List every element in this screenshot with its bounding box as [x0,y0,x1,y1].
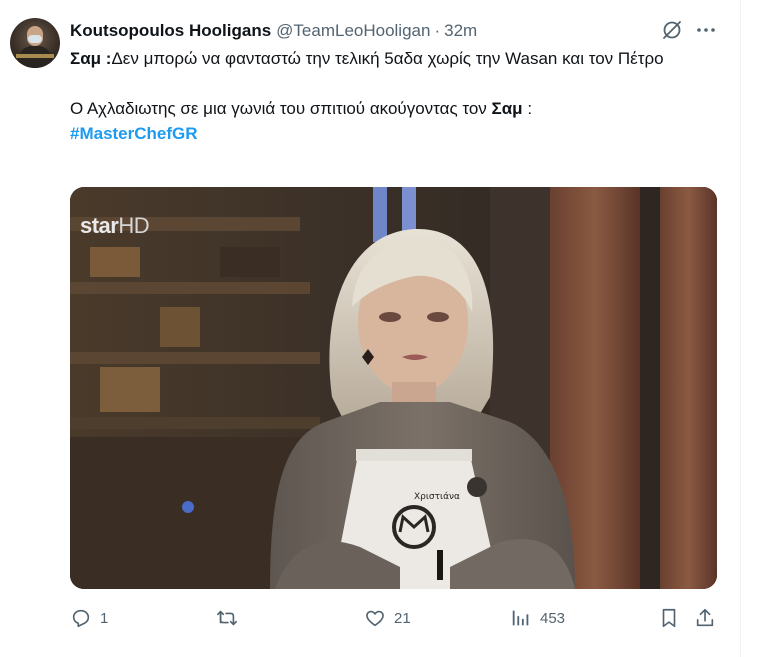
channel-watermark: starHD [80,213,150,239]
repost-button[interactable] [216,603,246,633]
reply-button[interactable]: 1 [70,603,108,633]
line2-text: Ο Αχλαδιωτης σε μια γωνιά του σπιτιού ακ… [70,99,492,118]
view-count: 453 [540,609,566,627]
tweet-text: Σαμ :Δεν μπορώ να φανταστώ την τελική 5α… [70,46,710,146]
bookmark-button[interactable] [658,603,680,633]
separator-dot: · [434,21,441,40]
views-button[interactable]: 453 [510,603,565,633]
avatar[interactable] [10,18,60,68]
share-button[interactable] [694,603,716,633]
quoted-name: Σαμ : [70,49,112,68]
line2-end: : [522,99,533,118]
watermark-hd: HD [118,213,150,238]
reply-count: 1 [100,609,109,627]
like-icon [366,610,384,627]
tweet-article[interactable]: Koutsopoulos Hooligans @TeamLeoHooligan … [0,0,741,657]
reply-icon [72,609,90,628]
author-name[interactable]: Koutsopoulos Hooligans [70,21,271,41]
like-count: 21 [394,609,411,627]
tweet-line-2: Ο Αχλαδιωτης σε μια γωνιά του σπιτιού ακ… [70,96,710,121]
grok-icon[interactable] [660,18,684,42]
views-icon [512,610,529,626]
watermark-star: star [80,213,119,238]
tweet-media-image[interactable]: starHD Χριστιάνα [70,187,717,589]
line2-bold: Σαμ [491,99,523,118]
share-icon [696,608,714,627]
line1-text: Δεν μπορώ να φανταστώ την τελική 5αδα χω… [111,49,664,68]
author-handle[interactable]: @TeamLeoHooligan [276,21,430,41]
hashtag-link[interactable]: #MasterChefGR [70,124,198,143]
repost-icon [217,610,237,626]
tweet-actions: 1 21 453 [70,603,720,633]
bookmark-icon [662,608,676,628]
more-icon[interactable] [694,18,718,42]
tweet-header: Koutsopoulos Hooligans @TeamLeoHooligan … [70,20,477,42]
tweet-line-1: Σαμ :Δεν μπορώ να φανταστώ την τελική 5α… [70,46,710,71]
tweet-time[interactable]: 32m [444,21,477,41]
like-button[interactable]: 21 [364,603,411,633]
apron-name-label: Χριστιάνα [414,492,460,502]
media-illustration [70,187,717,589]
